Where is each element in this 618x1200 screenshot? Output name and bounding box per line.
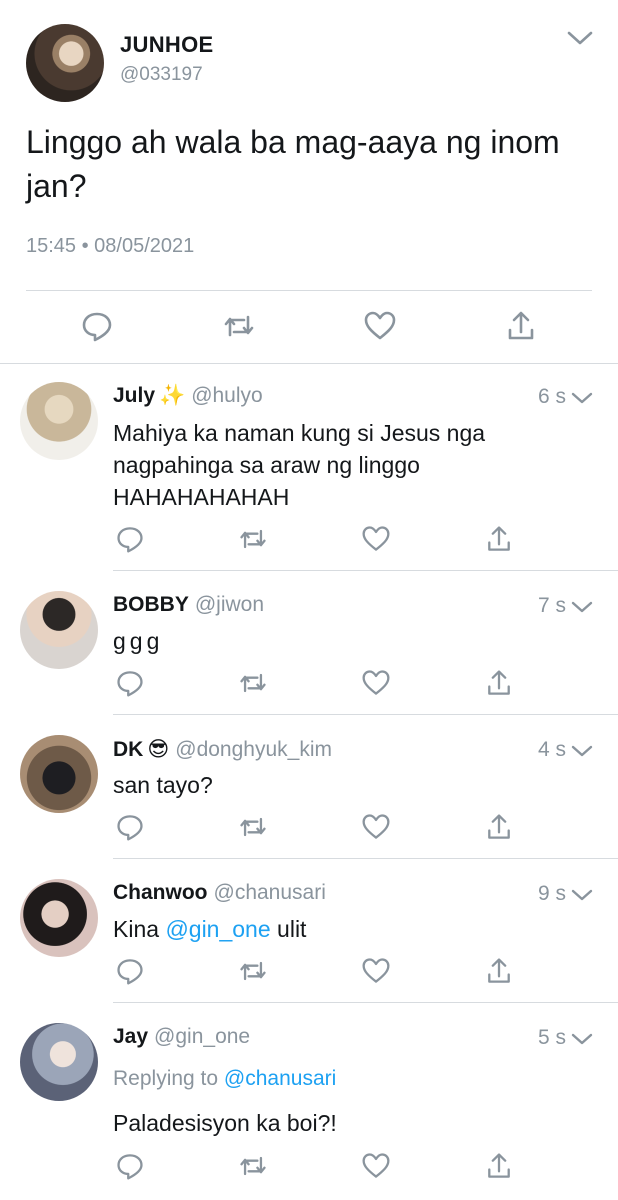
- chevron-down-icon[interactable]: [570, 390, 594, 406]
- retweet-icon[interactable]: [222, 310, 256, 342]
- chevron-down-icon[interactable]: [570, 743, 594, 759]
- avatar[interactable]: [20, 382, 98, 460]
- retweet-icon[interactable]: [238, 524, 268, 554]
- reply-header: BOBBY @jiwon: [113, 593, 264, 617]
- chevron-down-icon[interactable]: [570, 1031, 594, 1047]
- reply-header: Jay @gin_one: [113, 1025, 250, 1049]
- author-name[interactable]: Chanwoo: [113, 881, 208, 904]
- divider: [113, 858, 618, 859]
- reply-text: san tayo?: [113, 772, 213, 798]
- reply-icon[interactable]: [115, 668, 145, 698]
- reply-time: 9 s: [537, 882, 566, 905]
- author-name[interactable]: BOBBY: [113, 593, 189, 616]
- avatar[interactable]: [20, 591, 98, 669]
- chevron-down-icon[interactable]: [566, 28, 594, 48]
- tweet-timestamp: 15:45 • 08/05/2021: [26, 235, 195, 257]
- tweet-text: Linggo ah wala ba mag-aaya ng inom jan?: [26, 124, 560, 204]
- sparkles-emoji: ✨: [159, 384, 186, 407]
- author-name[interactable]: July: [113, 384, 155, 407]
- divider: [113, 570, 618, 571]
- author-handle[interactable]: @jiwon: [195, 593, 264, 616]
- reply-header: Chanwoo @chanusari: [113, 881, 326, 905]
- reply-time: 4 s: [537, 738, 566, 761]
- avatar[interactable]: [20, 735, 98, 813]
- author-name[interactable]: JUNHOE: [120, 32, 214, 58]
- reply-icon[interactable]: [115, 812, 145, 842]
- avatar[interactable]: [20, 879, 98, 957]
- reply-icon[interactable]: [115, 1151, 145, 1181]
- divider: [113, 714, 618, 715]
- mention-link[interactable]: @gin_one: [165, 916, 270, 942]
- share-icon[interactable]: [484, 524, 514, 554]
- share-icon[interactable]: [504, 310, 538, 342]
- reply-icon[interactable]: [80, 310, 114, 342]
- author-handle[interactable]: @033197: [120, 64, 203, 86]
- reply-text: Kina @gin_one ulit: [113, 913, 593, 945]
- author-handle[interactable]: @chanusari: [214, 881, 326, 904]
- chevron-down-icon[interactable]: [570, 599, 594, 615]
- replying-to-label: Replying to: [113, 1067, 224, 1090]
- share-icon[interactable]: [484, 1151, 514, 1181]
- author-handle[interactable]: @gin_one: [154, 1025, 250, 1048]
- author-handle[interactable]: @hulyo: [191, 384, 263, 407]
- retweet-icon[interactable]: [238, 956, 268, 986]
- share-icon[interactable]: [484, 812, 514, 842]
- heart-icon[interactable]: [361, 812, 391, 842]
- avatar[interactable]: [20, 1023, 98, 1101]
- sunglasses-emoji: 😎: [147, 738, 170, 761]
- heart-icon[interactable]: [363, 310, 397, 342]
- retweet-icon[interactable]: [238, 668, 268, 698]
- reply-text: ggg: [113, 628, 164, 654]
- main-tweet: JUNHOE @033197 Linggo ah wala ba mag-aay…: [0, 0, 618, 364]
- reply-time: 6 s: [537, 385, 566, 408]
- reply-header: July ✨ @hulyo: [113, 384, 263, 408]
- heart-icon[interactable]: [361, 668, 391, 698]
- retweet-icon[interactable]: [238, 1151, 268, 1181]
- author-handle[interactable]: @donghyuk_kim: [175, 738, 332, 761]
- reply-icon[interactable]: [115, 956, 145, 986]
- chevron-down-icon[interactable]: [570, 887, 594, 903]
- replying-to: Replying to @chanusari: [113, 1067, 336, 1091]
- author-name[interactable]: DK: [113, 738, 143, 761]
- heart-icon[interactable]: [361, 524, 391, 554]
- avatar[interactable]: [26, 24, 104, 102]
- reply-icon[interactable]: [115, 524, 145, 554]
- heart-icon[interactable]: [361, 1151, 391, 1181]
- reply-time: 5 s: [537, 1026, 566, 1049]
- reply-time: 7 s: [537, 594, 566, 617]
- divider: [26, 290, 592, 291]
- reply-text-start: Kina: [113, 916, 166, 942]
- author-name[interactable]: Jay: [113, 1025, 148, 1048]
- divider: [113, 1002, 618, 1003]
- reply-text: Mahiya ka naman kung si Jesus nga nagpah…: [113, 420, 486, 510]
- reply-text: Paladesisyon ka boi?!: [113, 1110, 337, 1136]
- reply-text-end: ulit: [270, 916, 307, 942]
- share-icon[interactable]: [484, 956, 514, 986]
- reply-header: DK 😎 @donghyuk_kim: [113, 737, 332, 762]
- retweet-icon[interactable]: [238, 812, 268, 842]
- heart-icon[interactable]: [361, 956, 391, 986]
- mention-link[interactable]: @chanusari: [224, 1067, 336, 1090]
- share-icon[interactable]: [484, 668, 514, 698]
